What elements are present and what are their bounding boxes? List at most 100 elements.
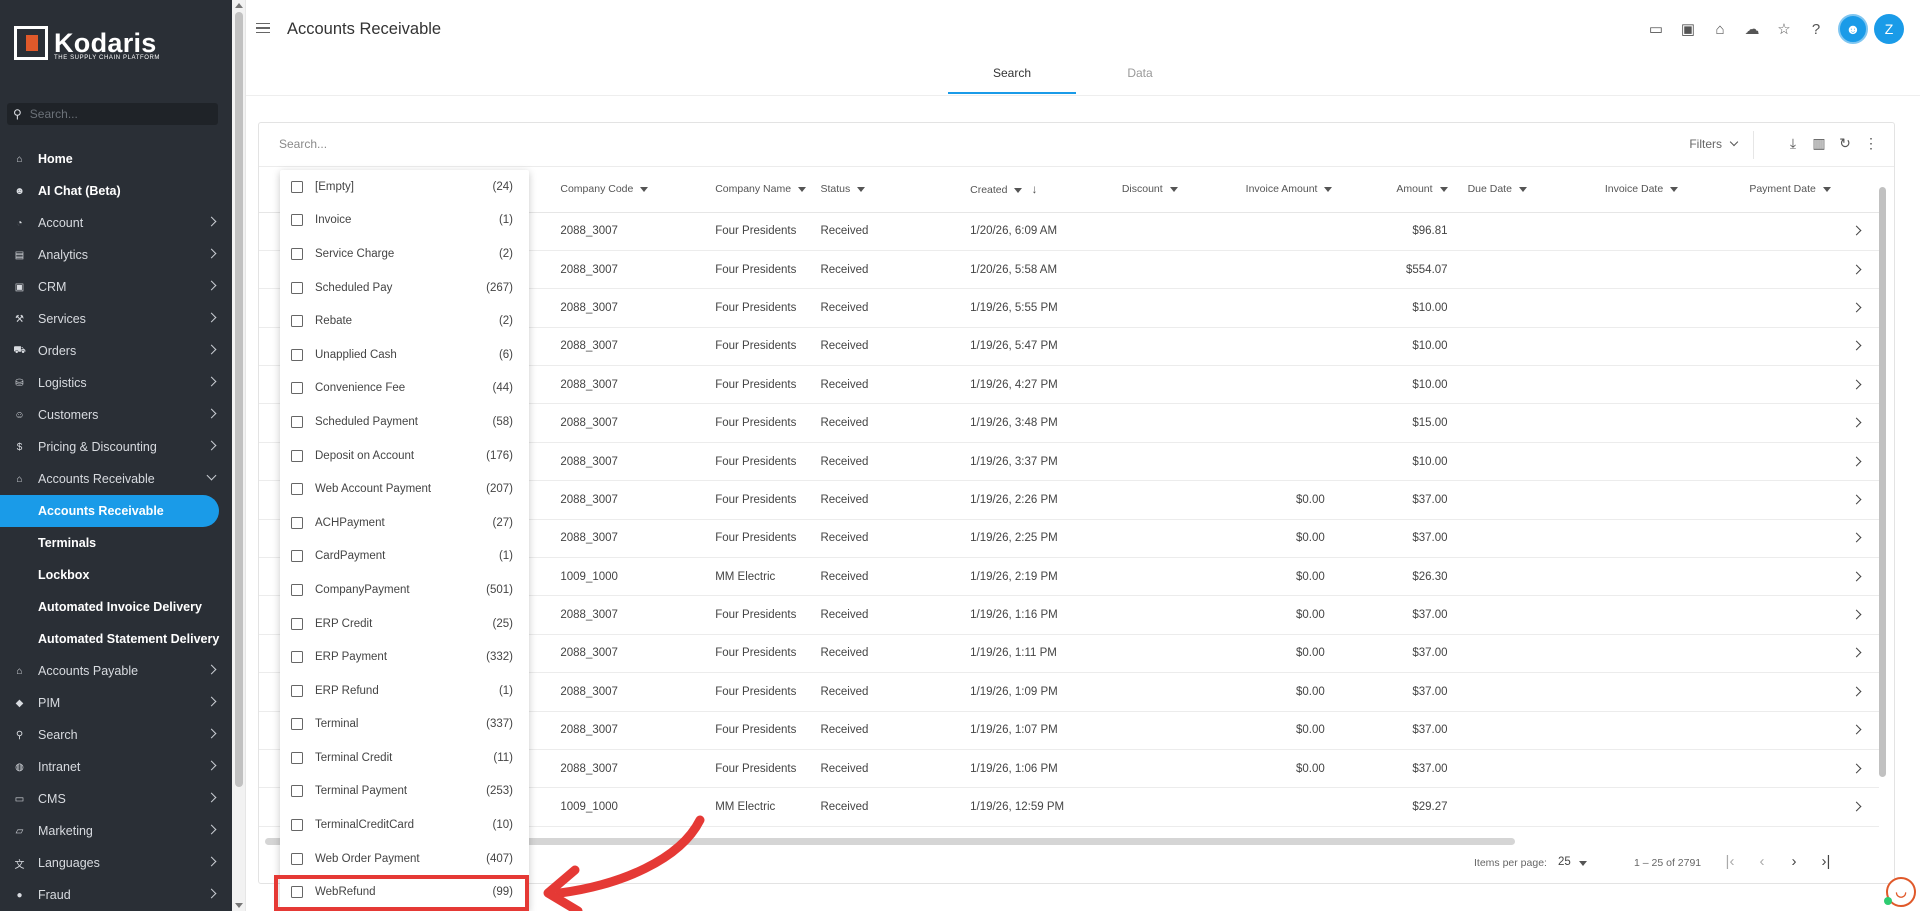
filter-option-terminal[interactable]: Terminal (337) [280, 708, 529, 742]
filter-option-rebate[interactable]: Rebate (2) [280, 304, 529, 338]
next-page-icon[interactable]: › [1778, 853, 1810, 870]
filter-option-empty[interactable]: [Empty] (24) [280, 170, 529, 204]
sidebar-item-services[interactable]: ⚒ Services [0, 303, 232, 335]
row-open-button[interactable] [1833, 711, 1879, 750]
sidebar-item-marketing[interactable]: ▱ Marketing [0, 815, 232, 847]
filter-option-terminal-payment[interactable]: Terminal Payment (253) [280, 775, 529, 809]
ai-assistant-icon[interactable]: ☻ [1838, 14, 1868, 44]
column-header-amount[interactable]: Amount [1344, 167, 1468, 213]
row-open-button[interactable] [1833, 672, 1879, 712]
checkbox[interactable] [291, 449, 303, 462]
filter-option-convenience-fee[interactable]: Convenience Fee (44) [280, 372, 529, 406]
checkbox[interactable] [291, 852, 303, 865]
column-menu-icon[interactable] [798, 186, 807, 192]
filter-option-scheduled-payment[interactable]: Scheduled Payment (58) [280, 405, 529, 439]
filters-button[interactable]: Filters [1689, 137, 1739, 151]
column-header-status[interactable]: Status [820, 167, 971, 213]
row-open-button[interactable] [1833, 403, 1879, 443]
filter-option-achpayment[interactable]: ACHPayment (27) [280, 506, 529, 540]
sidebar-item-crm[interactable]: ▣ CRM [0, 271, 232, 303]
kodaris-logo[interactable]: Kodaris THE SUPPLY CHAIN PLATFORM [14, 26, 159, 61]
user-avatar[interactable]: Z [1874, 14, 1904, 44]
sidebar-item-pim[interactable]: ◆ PIM [0, 687, 232, 719]
first-page-icon[interactable]: |‹ [1714, 853, 1746, 870]
sidebar-item-home[interactable]: ⌂ Home [0, 143, 232, 175]
checkbox[interactable] [291, 483, 303, 496]
tab-data[interactable]: Data [1076, 60, 1204, 94]
items-per-page-dropdown-icon[interactable] [1579, 861, 1587, 866]
sidebar-subitem-lockbox[interactable]: Lockbox [0, 559, 232, 591]
credit-card-check-icon[interactable]: ▭ [1640, 14, 1672, 44]
filter-option-deposit-on-account[interactable]: Deposit on Account (176) [280, 439, 529, 473]
sidebar-item-languages[interactable]: 文 Languages [0, 847, 232, 879]
checkbox[interactable] [291, 281, 303, 294]
columns-icon[interactable]: ▥ [1806, 135, 1832, 152]
row-open-button[interactable] [1833, 557, 1879, 597]
table-search-input[interactable]: Search... [279, 137, 327, 151]
filter-option-terminal-credit[interactable]: Terminal Credit (11) [280, 741, 529, 775]
refresh-icon[interactable]: ↻ [1832, 135, 1858, 152]
sidebar-item-search[interactable]: ⚲ Search [0, 719, 232, 751]
row-open-button[interactable] [1833, 787, 1879, 827]
filter-option-terminalcreditcard[interactable]: TerminalCreditCard (10) [280, 808, 529, 842]
filter-option-web-order-payment[interactable]: Web Order Payment (407) [280, 842, 529, 876]
checkbox[interactable] [291, 348, 303, 361]
column-header-payment-date[interactable]: Payment Date [1749, 167, 1834, 213]
sidebar-item-intranet[interactable]: ◍ Intranet [0, 751, 232, 783]
checkbox[interactable] [291, 651, 303, 664]
cloud-download-icon[interactable]: ☁ [1736, 14, 1768, 44]
sidebar-item-cms[interactable]: ▭ CMS [0, 783, 232, 815]
checkbox[interactable] [291, 751, 303, 764]
checkbox[interactable] [291, 684, 303, 697]
filter-option-erp-payment[interactable]: ERP Payment (332) [280, 640, 529, 674]
column-header-created[interactable]: Created ↓ [970, 167, 1122, 213]
chat-support-icon[interactable]: ◡ [1884, 877, 1916, 907]
sidebar-item-orders[interactable]: ⛟ Orders [0, 335, 232, 367]
row-open-button[interactable] [1833, 250, 1879, 290]
sort-desc-icon[interactable]: ↓ [1031, 182, 1037, 196]
checkbox[interactable] [291, 180, 303, 193]
items-per-page-select[interactable]: 25 [1558, 856, 1571, 868]
checkbox[interactable] [291, 516, 303, 529]
sidebar-scrollbar[interactable] [232, 0, 246, 911]
row-open-button[interactable] [1833, 749, 1879, 789]
column-header-invoice-date[interactable]: Invoice Date [1604, 167, 1750, 213]
sidebar-subitem-accounts-receivable[interactable]: Accounts Receivable [0, 495, 219, 527]
scroll-up-arrow-icon[interactable] [235, 3, 243, 8]
row-open-button[interactable] [1833, 327, 1879, 367]
checkbox[interactable] [291, 718, 303, 731]
column-menu-icon[interactable] [1324, 186, 1333, 192]
sidebar-item-logistics[interactable]: ⛁ Logistics [0, 367, 232, 399]
checkbox[interactable] [291, 819, 303, 832]
filter-option-scheduled-pay[interactable]: Scheduled Pay (267) [280, 271, 529, 305]
sidebar-scrollbar-thumb[interactable] [235, 12, 243, 787]
checkbox[interactable] [291, 415, 303, 428]
sidebar-item-accounts-payable[interactable]: ⌂ Accounts Payable [0, 655, 232, 687]
column-menu-icon[interactable] [1822, 186, 1831, 192]
column-menu-icon[interactable] [1439, 186, 1448, 192]
checkbox[interactable] [291, 617, 303, 630]
table-scrollbar[interactable] [1878, 173, 1888, 838]
sidebar-item-analytics[interactable]: ▤ Analytics [0, 239, 232, 271]
briefcase-icon[interactable]: ▣ [1672, 14, 1704, 44]
filter-option-companypayment[interactable]: CompanyPayment (501) [280, 573, 529, 607]
filter-option-invoice[interactable]: Invoice (1) [280, 204, 529, 238]
row-open-button[interactable] [1833, 365, 1879, 405]
column-menu-icon[interactable] [857, 186, 866, 192]
row-open-button[interactable] [1833, 595, 1879, 635]
sidebar-item-accounts-receivable[interactable]: ⌂ Accounts Receivable [0, 463, 232, 495]
row-open-button[interactable] [1833, 480, 1879, 520]
scroll-down-arrow-icon[interactable] [235, 903, 243, 908]
checkbox[interactable] [291, 315, 303, 328]
filter-option-unapplied-cash[interactable]: Unapplied Cash (6) [280, 338, 529, 372]
row-open-button[interactable] [1833, 519, 1879, 559]
filter-option-erp-credit[interactable]: ERP Credit (25) [280, 607, 529, 641]
sidebar-item-fraud[interactable]: ● Fraud [0, 879, 232, 911]
column-menu-icon[interactable] [1670, 186, 1679, 192]
checkbox[interactable] [291, 785, 303, 798]
column-header-company-name[interactable]: Company Name [715, 167, 821, 213]
table-scrollbar-thumb[interactable] [1879, 187, 1886, 777]
checkbox[interactable] [291, 583, 303, 596]
checkbox[interactable] [291, 247, 303, 260]
filter-option-erp-refund[interactable]: ERP Refund (1) [280, 674, 529, 708]
